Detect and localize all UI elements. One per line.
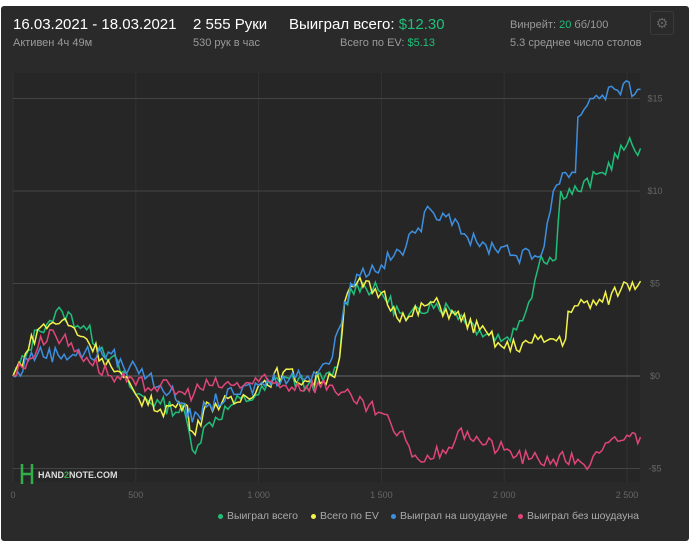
y-tick-label: $5: [650, 279, 660, 289]
x-tick-label: 1 000: [247, 490, 270, 500]
legend-label: Выиграл всего: [227, 510, 298, 522]
legend-dot: [391, 513, 396, 519]
chart: HAND2NOTE.COM 0 500 1 000 1 500 2 000 2 500 $1…: [10, 73, 663, 500]
logo-text: HAND2NOTE.COM: [38, 470, 118, 480]
legend-item-non-showdown[interactable]: Выиграл без шоудауна: [518, 510, 639, 522]
x-tick-label: 0: [10, 490, 15, 500]
y-tick-label: -$5: [648, 464, 661, 474]
legend-item-won-total[interactable]: Выиграл всего: [218, 510, 298, 522]
legend-dot: [218, 513, 223, 519]
legend-dot: [311, 513, 316, 519]
x-tick-label: 2 500: [616, 490, 639, 500]
legend-label: Выиграл без шоудауна: [527, 510, 639, 522]
plot-area: [13, 73, 640, 482]
x-tick-label: 1 500: [370, 490, 393, 500]
legend-label: Выиграл на шоудауне: [400, 510, 508, 522]
legend-item-showdown[interactable]: Выиграл на шоудауне: [391, 510, 507, 522]
legend-dot: [518, 513, 523, 519]
y-tick-label: $15: [647, 94, 662, 104]
y-tick-label: $10: [647, 186, 662, 196]
legend-label: Всего по EV: [320, 510, 379, 522]
x-tick-label: 500: [128, 490, 143, 500]
legend-item-ev[interactable]: Всего по EV: [311, 510, 379, 522]
x-tick-label: 2 000: [493, 490, 516, 500]
y-tick-label: $0: [650, 371, 660, 381]
